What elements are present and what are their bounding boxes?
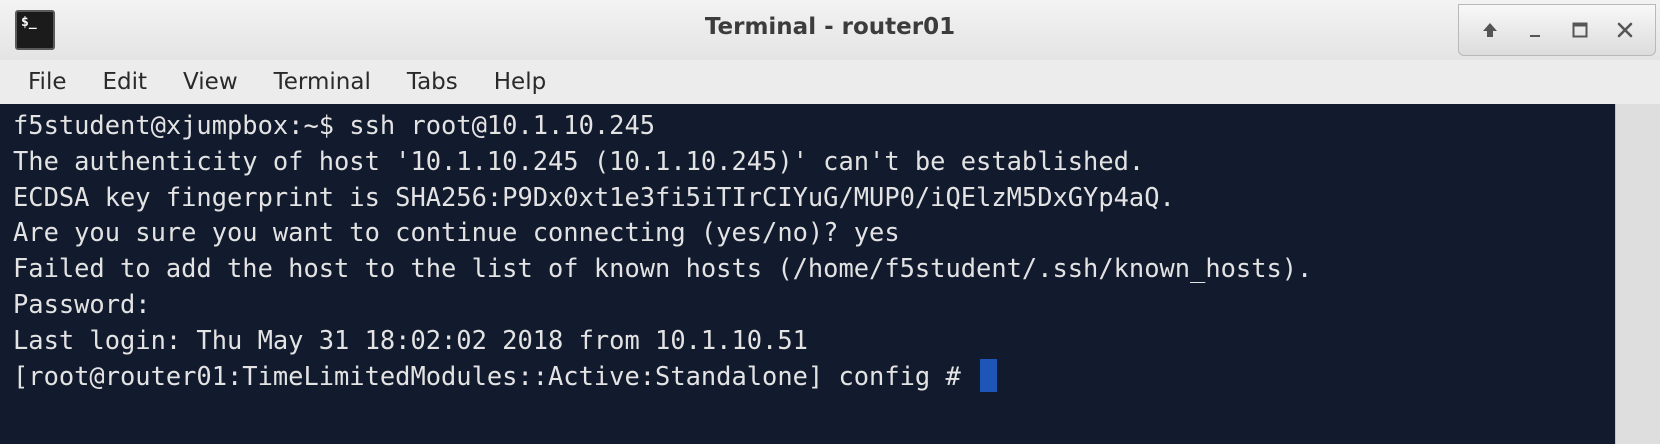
- terminal-line: ECDSA key fingerprint is SHA256:P9Dx0xt1…: [13, 181, 1175, 212]
- terminal-line: The authenticity of host '10.1.10.245 (1…: [13, 145, 1145, 176]
- window-title: Terminal - router01: [704, 14, 956, 40]
- terminal-line: Failed to add the host to the list of kn…: [13, 253, 1313, 284]
- menu-bar: File Edit View Terminal Tabs Help: [0, 60, 1660, 104]
- maximize-up-icon[interactable]: [1472, 12, 1508, 48]
- terminal-line: Are you sure you want to continue connec…: [13, 217, 900, 248]
- terminal-line: f5student@xjumpbox:~$ ssh root@10.1.10.2…: [13, 110, 656, 140]
- menu-terminal[interactable]: Terminal: [256, 60, 389, 104]
- menu-edit[interactable]: Edit: [85, 60, 166, 104]
- menu-view[interactable]: View: [165, 60, 256, 104]
- terminal-prompt-line: [root@router01:TimeLimitedModules::Activ…: [13, 358, 1615, 395]
- terminal-prompt: [root@router01:TimeLimitedModules::Activ…: [13, 360, 977, 391]
- terminal-line: Password:: [13, 288, 151, 319]
- menu-help[interactable]: Help: [476, 60, 564, 104]
- close-icon[interactable]: [1607, 12, 1643, 48]
- terminal-output[interactable]: f5student@xjumpbox:~$ ssh root@10.1.10.2…: [0, 104, 1615, 444]
- vertical-scrollbar[interactable]: [1615, 104, 1660, 444]
- terminal-window: $_ Terminal - router01 File Edit View Te…: [0, 0, 1660, 444]
- window-controls: [1458, 4, 1656, 56]
- restore-icon[interactable]: [1562, 12, 1598, 48]
- menu-file[interactable]: File: [10, 60, 85, 104]
- terminal-cursor: [980, 358, 998, 392]
- terminal-line: Last login: Thu May 31 18:02:02 2018 fro…: [13, 324, 808, 355]
- minimize-icon[interactable]: [1517, 12, 1553, 48]
- title-bar[interactable]: $_ Terminal - router01: [0, 0, 1660, 60]
- menu-tabs[interactable]: Tabs: [389, 60, 476, 104]
